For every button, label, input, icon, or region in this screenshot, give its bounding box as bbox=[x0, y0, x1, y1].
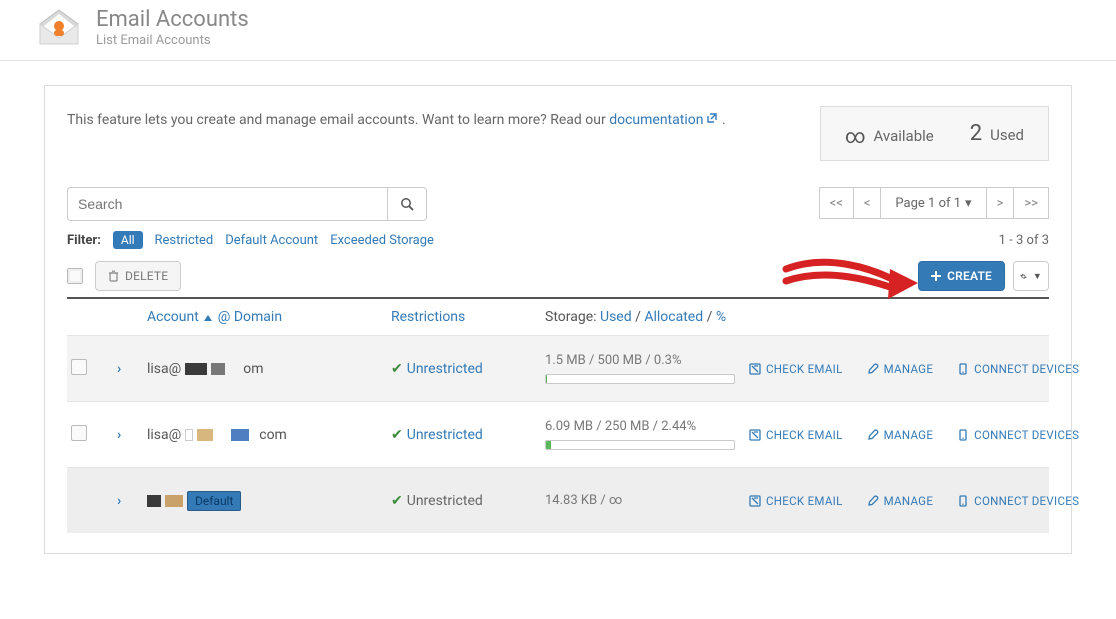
check-icon: ✔ bbox=[391, 427, 403, 443]
pager-next[interactable]: > bbox=[987, 187, 1015, 219]
actions-cell: CHECK EMAIL MANAGE CONNECT DEVICES bbox=[749, 494, 1085, 508]
pager-prev[interactable]: < bbox=[854, 187, 882, 219]
plus-icon bbox=[931, 271, 941, 281]
actions-cell: CHECK EMAIL MANAGE CONNECT DEVICES bbox=[749, 362, 1085, 376]
pager-first[interactable]: << bbox=[819, 187, 854, 219]
manage-link[interactable]: MANAGE bbox=[867, 428, 934, 442]
table-row: ›lisa@om✔Unrestricted1.5 MB / 500 MB / 0… bbox=[67, 335, 1049, 401]
result-count: 1 - 3 of 3 bbox=[999, 233, 1049, 248]
manage-link[interactable]: MANAGE bbox=[867, 362, 934, 376]
expand-row[interactable]: › bbox=[111, 361, 143, 377]
create-button[interactable]: CREATE bbox=[918, 261, 1005, 291]
restriction-cell: ✔Unrestricted bbox=[391, 427, 541, 443]
connect-devices-link[interactable]: CONNECT DEVICES bbox=[957, 494, 1079, 508]
account-cell: lisa@om bbox=[147, 361, 387, 377]
stats-box: ∞ Available 2 Used bbox=[820, 106, 1049, 161]
manage-link[interactable]: MANAGE bbox=[867, 494, 934, 508]
pager: << < Page 1 of 1▾ > >> bbox=[819, 187, 1049, 219]
storage-cell: 6.09 MB / 250 MB / 2.44% bbox=[545, 419, 745, 450]
filter-label: Filter: bbox=[67, 233, 101, 248]
filter-restricted[interactable]: Restricted bbox=[155, 233, 214, 248]
filter-default-account[interactable]: Default Account bbox=[225, 233, 318, 248]
col-account[interactable]: Account @ Domain bbox=[147, 309, 387, 325]
restriction-cell: ✔Unrestricted bbox=[391, 493, 541, 509]
table-row: ›lisa@com✔Unrestricted6.09 MB / 250 MB /… bbox=[67, 401, 1049, 467]
search-icon bbox=[400, 197, 414, 211]
row-checkbox[interactable] bbox=[71, 425, 87, 441]
col-storage: Storage: Used / Allocated / % bbox=[545, 309, 745, 325]
col-storage-used[interactable]: Used bbox=[600, 309, 632, 325]
account-cell: Default bbox=[147, 491, 387, 511]
available-label: Available bbox=[874, 127, 934, 145]
check-icon: ✔ bbox=[391, 493, 403, 509]
expand-row[interactable]: › bbox=[111, 427, 143, 443]
usage-bar bbox=[545, 440, 735, 450]
mail-icon bbox=[36, 8, 82, 48]
intro-text: This feature lets you create and manage … bbox=[67, 106, 800, 131]
usage-bar bbox=[545, 374, 735, 384]
available-value: ∞ bbox=[845, 124, 866, 148]
select-all-checkbox[interactable] bbox=[67, 268, 83, 284]
main-panel: This feature lets you create and manage … bbox=[44, 85, 1072, 554]
account-cell: lisa@com bbox=[147, 427, 387, 443]
default-badge: Default bbox=[187, 491, 241, 511]
used-value: 2 bbox=[970, 121, 982, 146]
search-input[interactable] bbox=[67, 187, 387, 221]
connect-devices-link[interactable]: CONNECT DEVICES bbox=[957, 362, 1079, 376]
col-storage-pct[interactable]: % bbox=[716, 309, 726, 325]
restriction-cell: ✔Unrestricted bbox=[391, 361, 541, 377]
check-email-link[interactable]: CHECK EMAIL bbox=[749, 428, 843, 442]
col-restrictions[interactable]: Restrictions bbox=[391, 309, 541, 325]
check-email-link[interactable]: CHECK EMAIL bbox=[749, 494, 843, 508]
settings-button[interactable]: ▼ bbox=[1013, 261, 1049, 291]
actions-cell: CHECK EMAIL MANAGE CONNECT DEVICES bbox=[749, 428, 1085, 442]
pager-page-select[interactable]: Page 1 of 1▾ bbox=[881, 187, 986, 219]
used-label: Used bbox=[990, 126, 1024, 144]
col-storage-allocated[interactable]: Allocated bbox=[644, 309, 703, 325]
search-button[interactable] bbox=[387, 187, 427, 221]
row-checkbox[interactable] bbox=[71, 359, 87, 375]
page-title: Email Accounts bbox=[96, 8, 249, 32]
gear-icon bbox=[1020, 270, 1027, 283]
filter-all[interactable]: All bbox=[113, 231, 143, 249]
storage-cell: 14.83 KB / ∞ bbox=[545, 493, 745, 508]
trash-icon bbox=[108, 270, 119, 282]
sort-asc-icon bbox=[204, 315, 212, 321]
table-row: › Default ✔Unrestricted 14.83 KB / ∞ CHECK E… bbox=[67, 467, 1049, 533]
accounts-table: Account @ Domain Restrictions Storage: U… bbox=[67, 297, 1049, 533]
external-link-icon bbox=[706, 112, 718, 124]
check-icon: ✔ bbox=[391, 361, 403, 377]
pager-last[interactable]: >> bbox=[1014, 187, 1049, 219]
filter-exceeded-storage[interactable]: Exceeded Storage bbox=[330, 233, 434, 248]
delete-button[interactable]: DELETE bbox=[95, 261, 181, 291]
caret-down-icon: ▼ bbox=[1033, 271, 1042, 282]
connect-devices-link[interactable]: CONNECT DEVICES bbox=[957, 428, 1079, 442]
expand-row[interactable]: › bbox=[111, 493, 143, 509]
documentation-link[interactable]: documentation bbox=[609, 112, 718, 128]
caret-down-icon: ▾ bbox=[965, 196, 972, 211]
page-subtitle: List Email Accounts bbox=[96, 33, 249, 48]
storage-cell: 1.5 MB / 500 MB / 0.3% bbox=[545, 353, 745, 384]
check-email-link[interactable]: CHECK EMAIL bbox=[749, 362, 843, 376]
